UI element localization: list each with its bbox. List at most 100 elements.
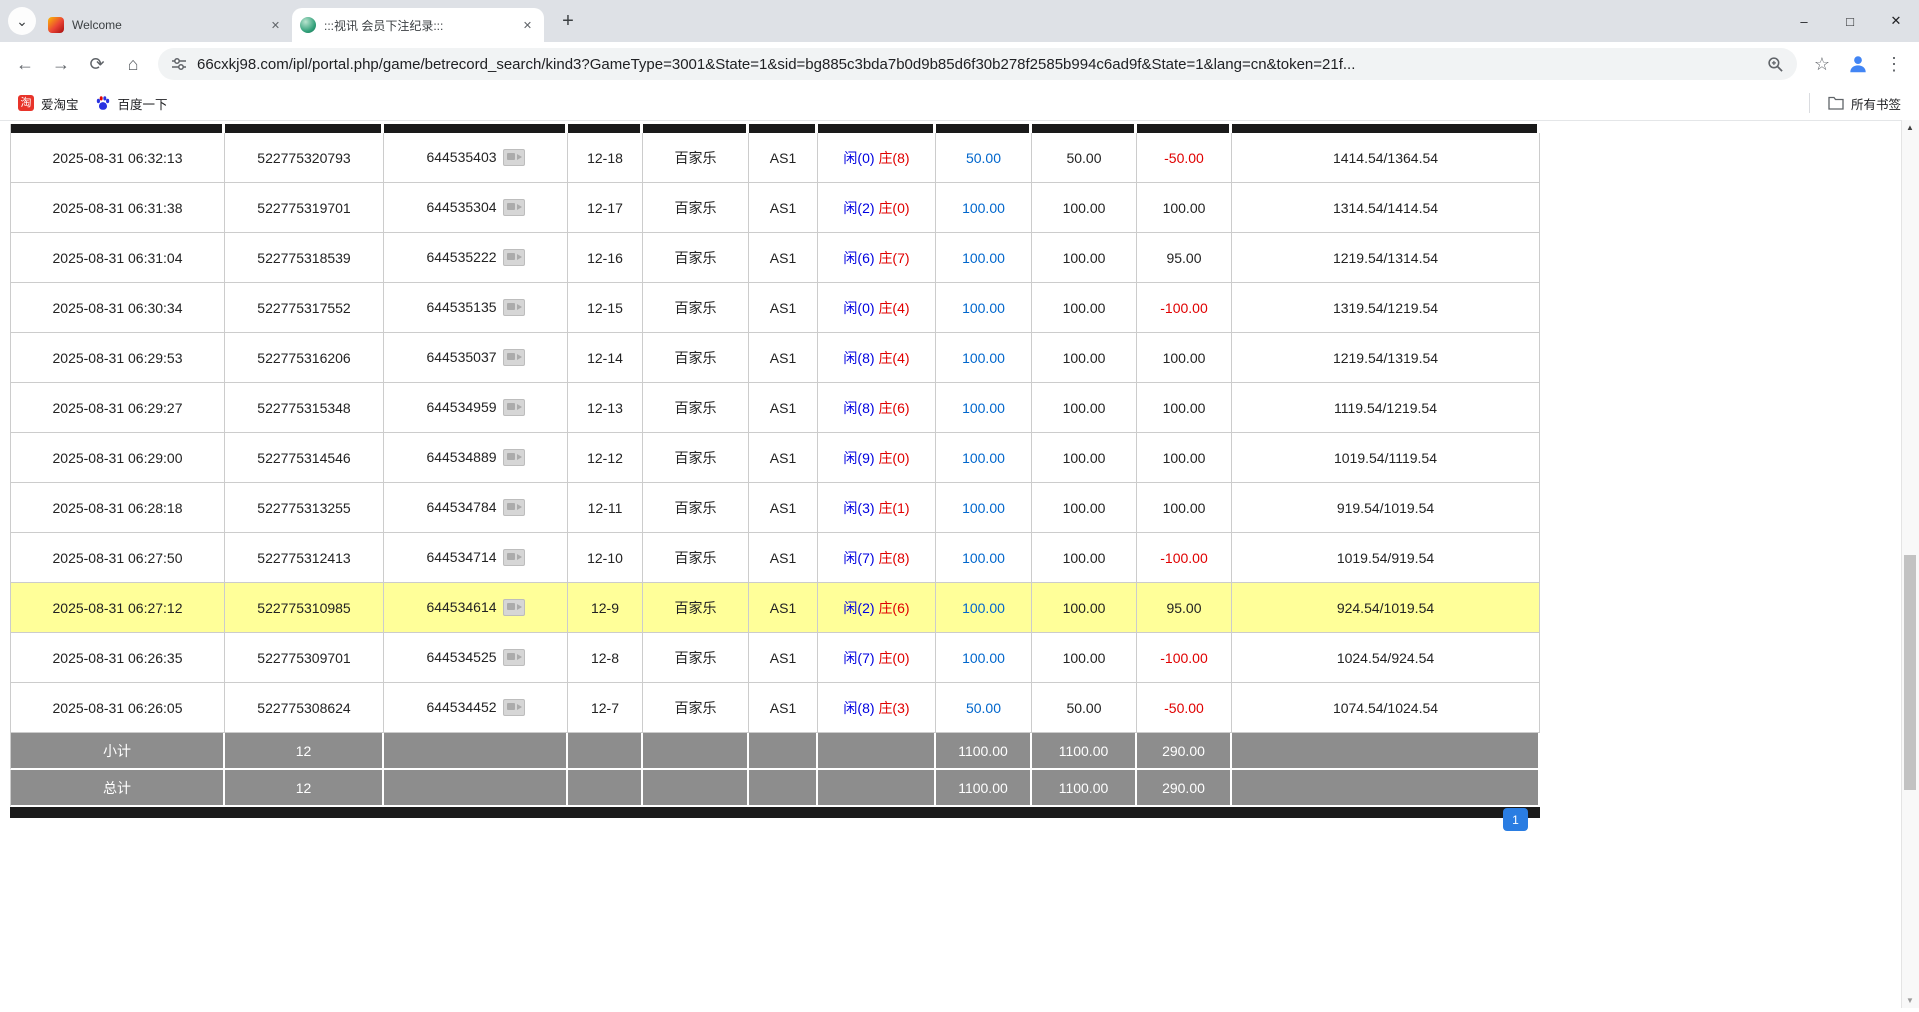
back-button[interactable]: ← — [8, 47, 42, 81]
cell-game-no: 644534525 — [384, 633, 568, 683]
table-row[interactable]: 2025-08-31 06:32:13522775320793644535403… — [10, 133, 1540, 183]
cell-table-name: AS1 — [749, 183, 818, 233]
cell-bet-amount: 50.00 — [936, 133, 1032, 183]
table-row[interactable]: 2025-08-31 06:29:53522775316206644535037… — [10, 333, 1540, 383]
cell-game-type: 百家乐 — [643, 233, 749, 283]
cell-valid-amount: 100.00 — [1032, 383, 1137, 433]
bookmarks-right-section: 所有书签 — [1809, 90, 1909, 116]
close-tab-icon[interactable]: ✕ — [267, 17, 284, 34]
zoom-icon[interactable] — [1767, 56, 1784, 73]
table-row[interactable]: 2025-08-31 06:31:04522775318539644535222… — [10, 233, 1540, 283]
replay-video-icon[interactable] — [503, 549, 525, 566]
tab-bet-records[interactable]: :::视讯 会员下注纪录::: ✕ — [292, 8, 544, 42]
game-no-text: 644534889 — [426, 449, 496, 465]
all-bookmarks-button[interactable]: 所有书签 — [1820, 90, 1909, 116]
total-empty-cell — [749, 770, 818, 807]
profile-icon[interactable] — [1841, 47, 1875, 81]
bookmark-aitaobao[interactable]: 淘 爱淘宝 — [10, 90, 87, 116]
refresh-button[interactable]: ⟳ — [80, 47, 114, 81]
table-row[interactable]: 2025-08-31 06:27:12522775310985644534614… — [10, 583, 1540, 633]
address-bar[interactable]: 66cxkj98.com/ipl/portal.php/game/betreco… — [158, 48, 1797, 80]
cell-bet-time: 2025-08-31 06:27:12 — [10, 583, 225, 633]
replay-video-icon[interactable] — [503, 649, 525, 666]
header-cell — [643, 124, 749, 133]
scroll-up-icon[interactable]: ▲ — [1902, 123, 1918, 132]
game-no-text: 644535222 — [426, 249, 496, 265]
forward-button[interactable]: → — [44, 47, 78, 81]
table-row[interactable]: 2025-08-31 06:28:18522775313255644534784… — [10, 483, 1540, 533]
cell-winloss: 95.00 — [1137, 583, 1232, 633]
cell-bet-amount: 100.00 — [936, 583, 1032, 633]
tab-search-button[interactable]: ⌄ — [8, 7, 36, 35]
header-cell — [936, 124, 1032, 133]
url-text[interactable]: 66cxkj98.com/ipl/portal.php/game/betreco… — [197, 56, 1757, 73]
replay-video-icon[interactable] — [503, 349, 525, 366]
replay-video-icon[interactable] — [503, 249, 525, 266]
replay-video-icon[interactable] — [503, 299, 525, 316]
cell-order-no: 522775319701 — [225, 183, 384, 233]
page-1-button[interactable]: 1 — [1503, 808, 1528, 831]
maximize-button[interactable]: □ — [1827, 0, 1873, 42]
scrollbar-thumb[interactable] — [1904, 555, 1916, 790]
site-settings-icon[interactable] — [171, 56, 187, 72]
game-no-text: 644534959 — [426, 399, 496, 415]
cell-bet-content: 闲(6) 庄(7) — [818, 233, 936, 283]
subtotal-empty-cell — [818, 733, 936, 770]
replay-video-icon[interactable] — [503, 699, 525, 716]
total-empty-cell — [384, 770, 568, 807]
cell-game-type: 百家乐 — [643, 333, 749, 383]
bookmark-star-icon[interactable]: ☆ — [1805, 47, 1839, 81]
table-row[interactable]: 2025-08-31 06:26:35522775309701644534525… — [10, 633, 1540, 683]
cell-game-no: 644535037 — [384, 333, 568, 383]
cell-balance: 924.54/1019.54 — [1232, 583, 1540, 633]
cell-balance: 1414.54/1364.54 — [1232, 133, 1540, 183]
subtotal-empty-cell — [749, 733, 818, 770]
home-button[interactable]: ⌂ — [116, 47, 150, 81]
table-row[interactable]: 2025-08-31 06:27:50522775312413644534714… — [10, 533, 1540, 583]
cell-round: 12-8 — [568, 633, 643, 683]
new-tab-button[interactable]: + — [554, 7, 582, 35]
cell-order-no: 522775318539 — [225, 233, 384, 283]
cell-game-type: 百家乐 — [643, 283, 749, 333]
tab-welcome[interactable]: Welcome ✕ — [40, 8, 292, 42]
replay-video-icon[interactable] — [503, 599, 525, 616]
close-window-button[interactable]: ✕ — [1873, 0, 1919, 42]
replay-video-icon[interactable] — [503, 499, 525, 516]
cell-bet-amount: 50.00 — [936, 683, 1032, 733]
replay-video-icon[interactable] — [503, 449, 525, 466]
table-row[interactable]: 2025-08-31 06:31:38522775319701644535304… — [10, 183, 1540, 233]
cell-game-no: 644534959 — [384, 383, 568, 433]
vertical-scrollbar[interactable]: ▲ ▼ — [1901, 120, 1919, 1008]
table-row[interactable]: 2025-08-31 06:29:27522775315348644534959… — [10, 383, 1540, 433]
cell-balance: 1219.54/1314.54 — [1232, 233, 1540, 283]
replay-video-icon[interactable] — [503, 199, 525, 216]
banker-bet: 庄(0) — [878, 650, 909, 666]
cell-winloss: 100.00 — [1137, 383, 1232, 433]
cell-winloss: -100.00 — [1137, 283, 1232, 333]
replay-video-icon[interactable] — [503, 399, 525, 416]
welcome-favicon-icon — [48, 17, 64, 33]
bookmark-baidu[interactable]: 百度一下 — [87, 90, 176, 116]
bet-records-table: 2025-08-31 06:32:13522775320793644535403… — [10, 124, 1540, 807]
subtotal-empty-cell — [568, 733, 643, 770]
table-row[interactable]: 2025-08-31 06:26:05522775308624644534452… — [10, 683, 1540, 733]
cell-table-name: AS1 — [749, 433, 818, 483]
table-row[interactable]: 2025-08-31 06:30:34522775317552644535135… — [10, 283, 1540, 333]
table-row[interactable]: 2025-08-31 06:29:00522775314546644534889… — [10, 433, 1540, 483]
minimize-button[interactable]: – — [1781, 0, 1827, 42]
header-cell — [749, 124, 818, 133]
game-no-text: 644535135 — [426, 299, 496, 315]
cell-game-no: 644535304 — [384, 183, 568, 233]
subtotal-label: 小计 — [10, 733, 225, 770]
subtotal-empty-cell — [643, 733, 749, 770]
close-tab-icon[interactable]: ✕ — [519, 17, 536, 34]
cell-balance: 1119.54/1219.54 — [1232, 383, 1540, 433]
cell-table-name: AS1 — [749, 533, 818, 583]
cell-bet-time: 2025-08-31 06:29:00 — [10, 433, 225, 483]
menu-icon[interactable]: ⋮ — [1877, 47, 1911, 81]
total-winloss: 290.00 — [1137, 770, 1232, 807]
replay-video-icon[interactable] — [503, 149, 525, 166]
cell-round: 12-14 — [568, 333, 643, 383]
cell-game-type: 百家乐 — [643, 133, 749, 183]
scroll-down-icon[interactable]: ▼ — [1902, 996, 1918, 1005]
